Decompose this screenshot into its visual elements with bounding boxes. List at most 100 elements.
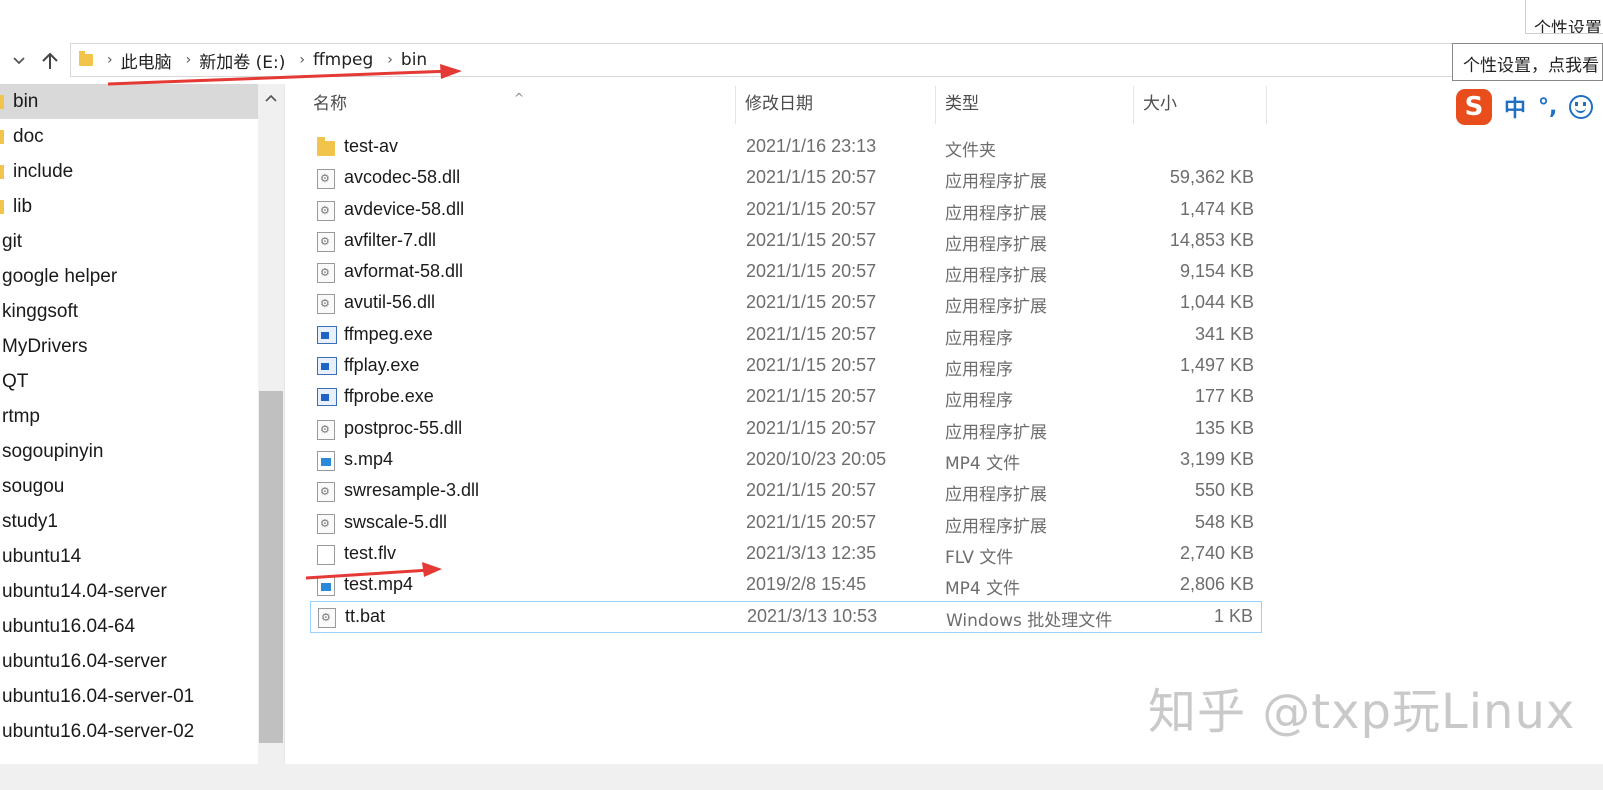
file-name: avutil-56.dll bbox=[344, 292, 436, 313]
sidebar-item-label: ubuntu16.04-server-02 bbox=[2, 721, 195, 742]
annotation-arrow-bottom bbox=[305, 562, 442, 580]
sidebar-item-mydrivers[interactable]: MyDrivers bbox=[0, 329, 258, 364]
sidebar-item-label: ubuntu16.04-server bbox=[2, 651, 167, 672]
file-date: 2021/1/15 20:57 bbox=[746, 323, 877, 344]
top-strip bbox=[0, 0, 1603, 36]
file-date: 2021/1/15 20:57 bbox=[746, 480, 877, 501]
pane-divider[interactable] bbox=[284, 84, 285, 764]
sidebar-item-label: rtmp bbox=[2, 406, 40, 427]
sidebar-item-ubuntu14[interactable]: ubuntu14 bbox=[0, 539, 258, 574]
folder-icon bbox=[0, 95, 4, 109]
sidebar-item-rtmp[interactable]: rtmp bbox=[0, 399, 258, 434]
column-date[interactable]: 修改日期 bbox=[737, 86, 936, 124]
sidebar-item-label: sogoupinyin bbox=[2, 441, 104, 462]
table-row[interactable]: avformat-58.dll 2021/1/15 20:57 应用程序扩展 9,15… bbox=[310, 257, 1262, 288]
file-date: 2021/3/13 12:35 bbox=[746, 542, 877, 563]
table-row[interactable]: ffprobe.exe 2021/1/15 20:57 应用程序 177 KB bbox=[310, 382, 1262, 413]
table-row[interactable]: avcodec-58.dll 2021/1/15 20:57 应用程序扩展 59,36… bbox=[310, 163, 1262, 194]
dll-file-icon bbox=[317, 513, 335, 534]
scroll-thumb[interactable] bbox=[259, 391, 283, 743]
sidebar-item-label: git bbox=[2, 231, 23, 252]
file-date: 2021/1/15 20:57 bbox=[746, 511, 877, 532]
sidebar-item-ubuntu16-04-server[interactable]: ubuntu16.04-server bbox=[0, 644, 258, 679]
file-size: 1,474 KB bbox=[1179, 198, 1254, 219]
ime-punctuation-toggle[interactable]: °, bbox=[1538, 95, 1557, 120]
sidebar-item-ubuntu16-04-server-02[interactable]: ubuntu16.04-server-02 bbox=[0, 714, 258, 749]
file-type: Windows 批处理文件 bbox=[946, 611, 1113, 632]
table-row[interactable]: swscale-5.dll 2021/1/15 20:57 应用程序扩展 548 KB bbox=[310, 508, 1262, 539]
file-type: 应用程序扩展 bbox=[945, 203, 1047, 224]
ime-toolbar: S 中 °, bbox=[1456, 88, 1594, 126]
file-size: 135 KB bbox=[1194, 417, 1254, 438]
sidebar-item-kinggsoft[interactable]: kinggsoft bbox=[0, 294, 258, 329]
up-arrow-icon[interactable] bbox=[37, 48, 63, 74]
file-list: test-av 2021/1/16 23:13 文件夹 avcodec-58.dll 2… bbox=[310, 132, 1262, 633]
column-type-label: 类型 bbox=[945, 94, 979, 114]
table-row[interactable]: ffmpeg.exe 2021/1/15 20:57 应用程序 341 KB bbox=[310, 320, 1262, 351]
sidebar-item-study1[interactable]: study1 bbox=[0, 504, 258, 539]
sidebar-item-label: ubuntu16.04-64 bbox=[2, 616, 136, 637]
table-row[interactable]: test.mp4 2019/2/8 15:45 MP4 文件 2,806 KB bbox=[310, 570, 1262, 601]
file-type: 应用程序扩展 bbox=[945, 422, 1047, 443]
sidebar-item-label: QT bbox=[2, 371, 29, 392]
dll-file-icon bbox=[317, 419, 335, 440]
folder-icon bbox=[0, 130, 4, 144]
sidebar-item-qt[interactable]: QT bbox=[0, 364, 258, 399]
sidebar-item-ubuntu16-04-64[interactable]: ubuntu16.04-64 bbox=[0, 609, 258, 644]
sidebar-item-sogoupinyin[interactable]: sogoupinyin bbox=[0, 434, 258, 469]
file-name: ffplay.exe bbox=[344, 355, 420, 376]
file-type: 应用程序 bbox=[945, 328, 1013, 349]
file-type: 应用程序 bbox=[945, 360, 1013, 381]
table-row[interactable]: avutil-56.dll 2021/1/15 20:57 应用程序扩展 1,044 … bbox=[310, 288, 1262, 319]
sidebar-item-include[interactable]: include bbox=[0, 154, 258, 189]
table-row[interactable]: swresample-3.dll 2021/1/15 20:57 应用程序扩展 550… bbox=[310, 476, 1262, 507]
file-type: FLV 文件 bbox=[945, 547, 1014, 568]
file-type: 应用程序扩展 bbox=[945, 485, 1047, 506]
table-row[interactable]: avfilter-7.dll 2021/1/15 20:57 应用程序扩展 14,85… bbox=[310, 226, 1262, 257]
sidebar-item-label: google helper bbox=[2, 266, 118, 287]
file-name: swresample-3.dll bbox=[344, 480, 480, 501]
file-name: avcodec-58.dll bbox=[344, 167, 461, 188]
column-name[interactable]: 名称 ^ bbox=[305, 86, 736, 124]
sidebar-item-google-helper[interactable]: google helper bbox=[0, 259, 258, 294]
dll-file-icon bbox=[317, 200, 335, 221]
sidebar-item-label: ubuntu14.04-server bbox=[2, 581, 167, 602]
table-row[interactable]: test.flv 2021/3/13 12:35 FLV 文件 2,740 KB bbox=[310, 539, 1262, 570]
column-type[interactable]: 类型 bbox=[937, 86, 1134, 124]
file-name: avdevice-58.dll bbox=[344, 198, 465, 219]
sidebar-item-sougou[interactable]: sougou bbox=[0, 469, 258, 504]
ime-mode-toggle[interactable]: 中 bbox=[1504, 91, 1526, 123]
dll-file-icon bbox=[317, 263, 335, 284]
sidebar-scrollbar[interactable] bbox=[258, 84, 284, 764]
sidebar-item-ubuntu16-04-server-01[interactable]: ubuntu16.04-server-01 bbox=[0, 679, 258, 714]
file-type: 应用程序扩展 bbox=[945, 266, 1047, 287]
recent-locations-chevron-icon[interactable] bbox=[6, 48, 32, 74]
exe-file-icon bbox=[317, 325, 337, 344]
sidebar-item-ubuntu14-04-server[interactable]: ubuntu14.04-server bbox=[0, 574, 258, 609]
corner-tab[interactable]: 个性设置 bbox=[1525, 0, 1603, 34]
sidebar-item-git[interactable]: git bbox=[0, 224, 258, 259]
table-row[interactable]: postproc-55.dll 2021/1/15 20:57 应用程序扩展 135 … bbox=[310, 414, 1262, 445]
sidebar-item-lib[interactable]: lib bbox=[0, 189, 258, 224]
sidebar-item-doc[interactable]: doc bbox=[0, 119, 258, 154]
table-row[interactable]: test-av 2021/1/16 23:13 文件夹 bbox=[310, 132, 1262, 163]
dll-file-icon bbox=[317, 482, 335, 503]
file-date: 2021/3/13 10:53 bbox=[747, 606, 878, 627]
table-row[interactable]: s.mp4 2020/10/23 20:05 MP4 文件 3,199 KB bbox=[310, 445, 1262, 476]
sogou-logo-icon[interactable]: S bbox=[1456, 89, 1492, 125]
exe-file-icon bbox=[317, 357, 337, 376]
bottom-bar bbox=[0, 764, 1603, 790]
table-row[interactable]: ffplay.exe 2021/1/15 20:57 应用程序 1,497 KB bbox=[310, 351, 1262, 382]
table-row[interactable]: tt.bat 2021/3/13 10:53 Windows 批处理文件 1 KB bbox=[310, 601, 1262, 633]
folder-icon bbox=[79, 51, 93, 66]
folder-icon bbox=[0, 165, 4, 179]
file-size: 1,044 KB bbox=[1179, 292, 1254, 313]
file-date: 2021/1/15 20:57 bbox=[746, 355, 877, 376]
column-size[interactable]: 大小 bbox=[1135, 86, 1267, 124]
sidebar-item-label: sougou bbox=[2, 476, 65, 497]
navigation-pane: bin doc include lib git google helper kinggsof… bbox=[0, 84, 258, 764]
ime-tooltip: 个性设置，点我看 bbox=[1452, 43, 1603, 81]
table-row[interactable]: avdevice-58.dll 2021/1/15 20:57 应用程序扩展 1,47… bbox=[310, 195, 1262, 226]
smile-icon[interactable] bbox=[1569, 95, 1594, 119]
file-date: 2021/1/15 20:57 bbox=[746, 167, 877, 188]
